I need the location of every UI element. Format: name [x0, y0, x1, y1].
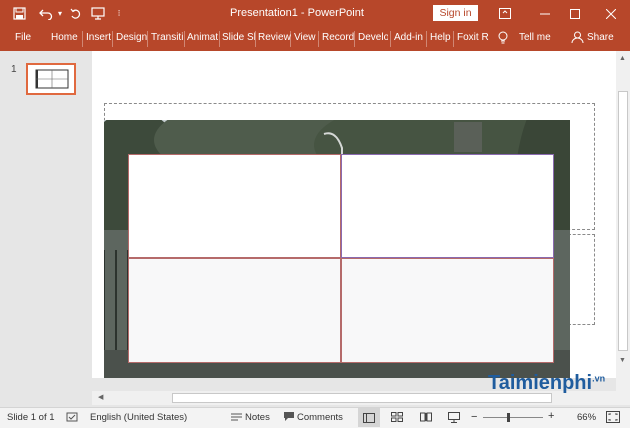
notes-button[interactable]: Notes: [245, 412, 270, 423]
tab-developer[interactable]: Develo: [358, 32, 388, 43]
tab-animations[interactable]: Animat: [187, 32, 218, 43]
tab-divider: [147, 31, 148, 47]
subtitle-placeholder[interactable]: [568, 234, 595, 325]
comments-icon[interactable]: [283, 411, 295, 425]
tab-divider: [354, 31, 355, 47]
zoom-in-icon[interactable]: +: [548, 410, 554, 422]
scroll-left-icon[interactable]: ◀: [98, 393, 103, 401]
redo-icon[interactable]: [66, 0, 86, 27]
slide-sorter-icon[interactable]: [391, 412, 403, 425]
minimize-icon[interactable]: [530, 0, 560, 27]
tab-slide-show[interactable]: Slide Sh: [222, 32, 255, 43]
vertical-scroll-thumb[interactable]: [618, 91, 628, 351]
presenter-icon[interactable]: [88, 0, 108, 27]
reading-view-icon[interactable]: [420, 412, 432, 425]
scroll-down-icon[interactable]: ▼: [619, 357, 626, 364]
zoom-level[interactable]: 66%: [577, 412, 596, 423]
tell-me-search[interactable]: Tell me: [519, 32, 551, 43]
tab-view[interactable]: View: [294, 32, 316, 43]
watermark-suffix: .vn: [592, 373, 606, 384]
customize-icon[interactable]: ⁝: [112, 0, 126, 27]
ribbon-tabs: File Home Insert Design Transiti Animat …: [0, 27, 630, 51]
grid-cell-bottom-right[interactable]: [341, 258, 554, 363]
slide-counter: Slide 1 of 1: [7, 412, 55, 423]
tab-foxit-reader[interactable]: Foxit Re: [457, 32, 489, 43]
undo-dropdown-icon[interactable]: ▾: [55, 0, 65, 27]
tab-divider: [184, 31, 185, 47]
grid-cell-bottom-left[interactable]: [128, 258, 341, 363]
slide-thumbnail[interactable]: [26, 63, 76, 95]
sign-in-button[interactable]: Sign in: [433, 5, 478, 21]
watermark-logo: Taimienphi.vn: [488, 372, 605, 395]
tab-divider: [390, 31, 391, 47]
tab-divider: [318, 31, 319, 47]
tab-file[interactable]: File: [15, 32, 31, 43]
tab-divider: [112, 31, 113, 47]
grid-cell-top-right[interactable]: [341, 154, 554, 258]
tab-help[interactable]: Help: [430, 32, 451, 43]
share-button[interactable]: Share: [587, 32, 614, 43]
zoom-slider-thumb[interactable]: [507, 413, 510, 422]
title-bar: ▾ ⁝ Presentation1 - PowerPoint Sign in: [0, 0, 630, 27]
normal-view-icon[interactable]: [358, 408, 380, 427]
slide-number: 1: [11, 64, 17, 75]
tab-insert[interactable]: Insert: [86, 32, 111, 43]
zoom-out-icon[interactable]: −: [471, 411, 477, 423]
slide-canvas[interactable]: [92, 51, 616, 378]
maximize-icon[interactable]: [560, 0, 590, 27]
tab-divider: [426, 31, 427, 47]
language-indicator[interactable]: English (United States): [90, 412, 187, 423]
notes-icon[interactable]: [231, 412, 242, 425]
tab-review[interactable]: Review: [258, 32, 291, 43]
save-icon[interactable]: [8, 0, 30, 27]
tab-divider: [255, 31, 256, 47]
tab-divider: [82, 31, 83, 47]
slide-editor: ▲ ▼ ◀: [92, 51, 630, 407]
spelling-check-icon[interactable]: [66, 411, 78, 426]
status-bar: Slide 1 of 1 English (United States) Not…: [0, 407, 630, 428]
share-person-icon[interactable]: [571, 31, 584, 47]
tab-add-ins[interactable]: Add-in: [394, 32, 423, 43]
comments-button[interactable]: Comments: [297, 412, 343, 423]
watermark-text: Taimienphi: [488, 372, 593, 394]
tab-record[interactable]: Record: [322, 32, 354, 43]
slide-show-icon[interactable]: [448, 412, 460, 426]
slide-thumbnail-pane: 1: [0, 51, 92, 407]
tab-design[interactable]: Design: [116, 32, 147, 43]
window-title: Presentation1 - PowerPoint: [230, 7, 364, 19]
lightbulb-icon[interactable]: [498, 31, 508, 48]
tab-divider: [290, 31, 291, 47]
fit-to-window-icon[interactable]: [606, 411, 620, 426]
ribbon-display-icon[interactable]: [490, 0, 520, 27]
zoom-slider-track[interactable]: [483, 417, 543, 418]
vertical-scrollbar[interactable]: ▲ ▼: [616, 51, 630, 391]
tab-divider: [453, 31, 454, 47]
tab-divider: [219, 31, 220, 47]
tab-transitions[interactable]: Transiti: [151, 32, 183, 43]
scroll-up-icon[interactable]: ▲: [619, 55, 626, 62]
grid-cell-top-left[interactable]: [128, 154, 341, 258]
tab-home[interactable]: Home: [51, 32, 78, 43]
undo-icon[interactable]: [35, 0, 57, 27]
close-icon[interactable]: [596, 0, 626, 27]
